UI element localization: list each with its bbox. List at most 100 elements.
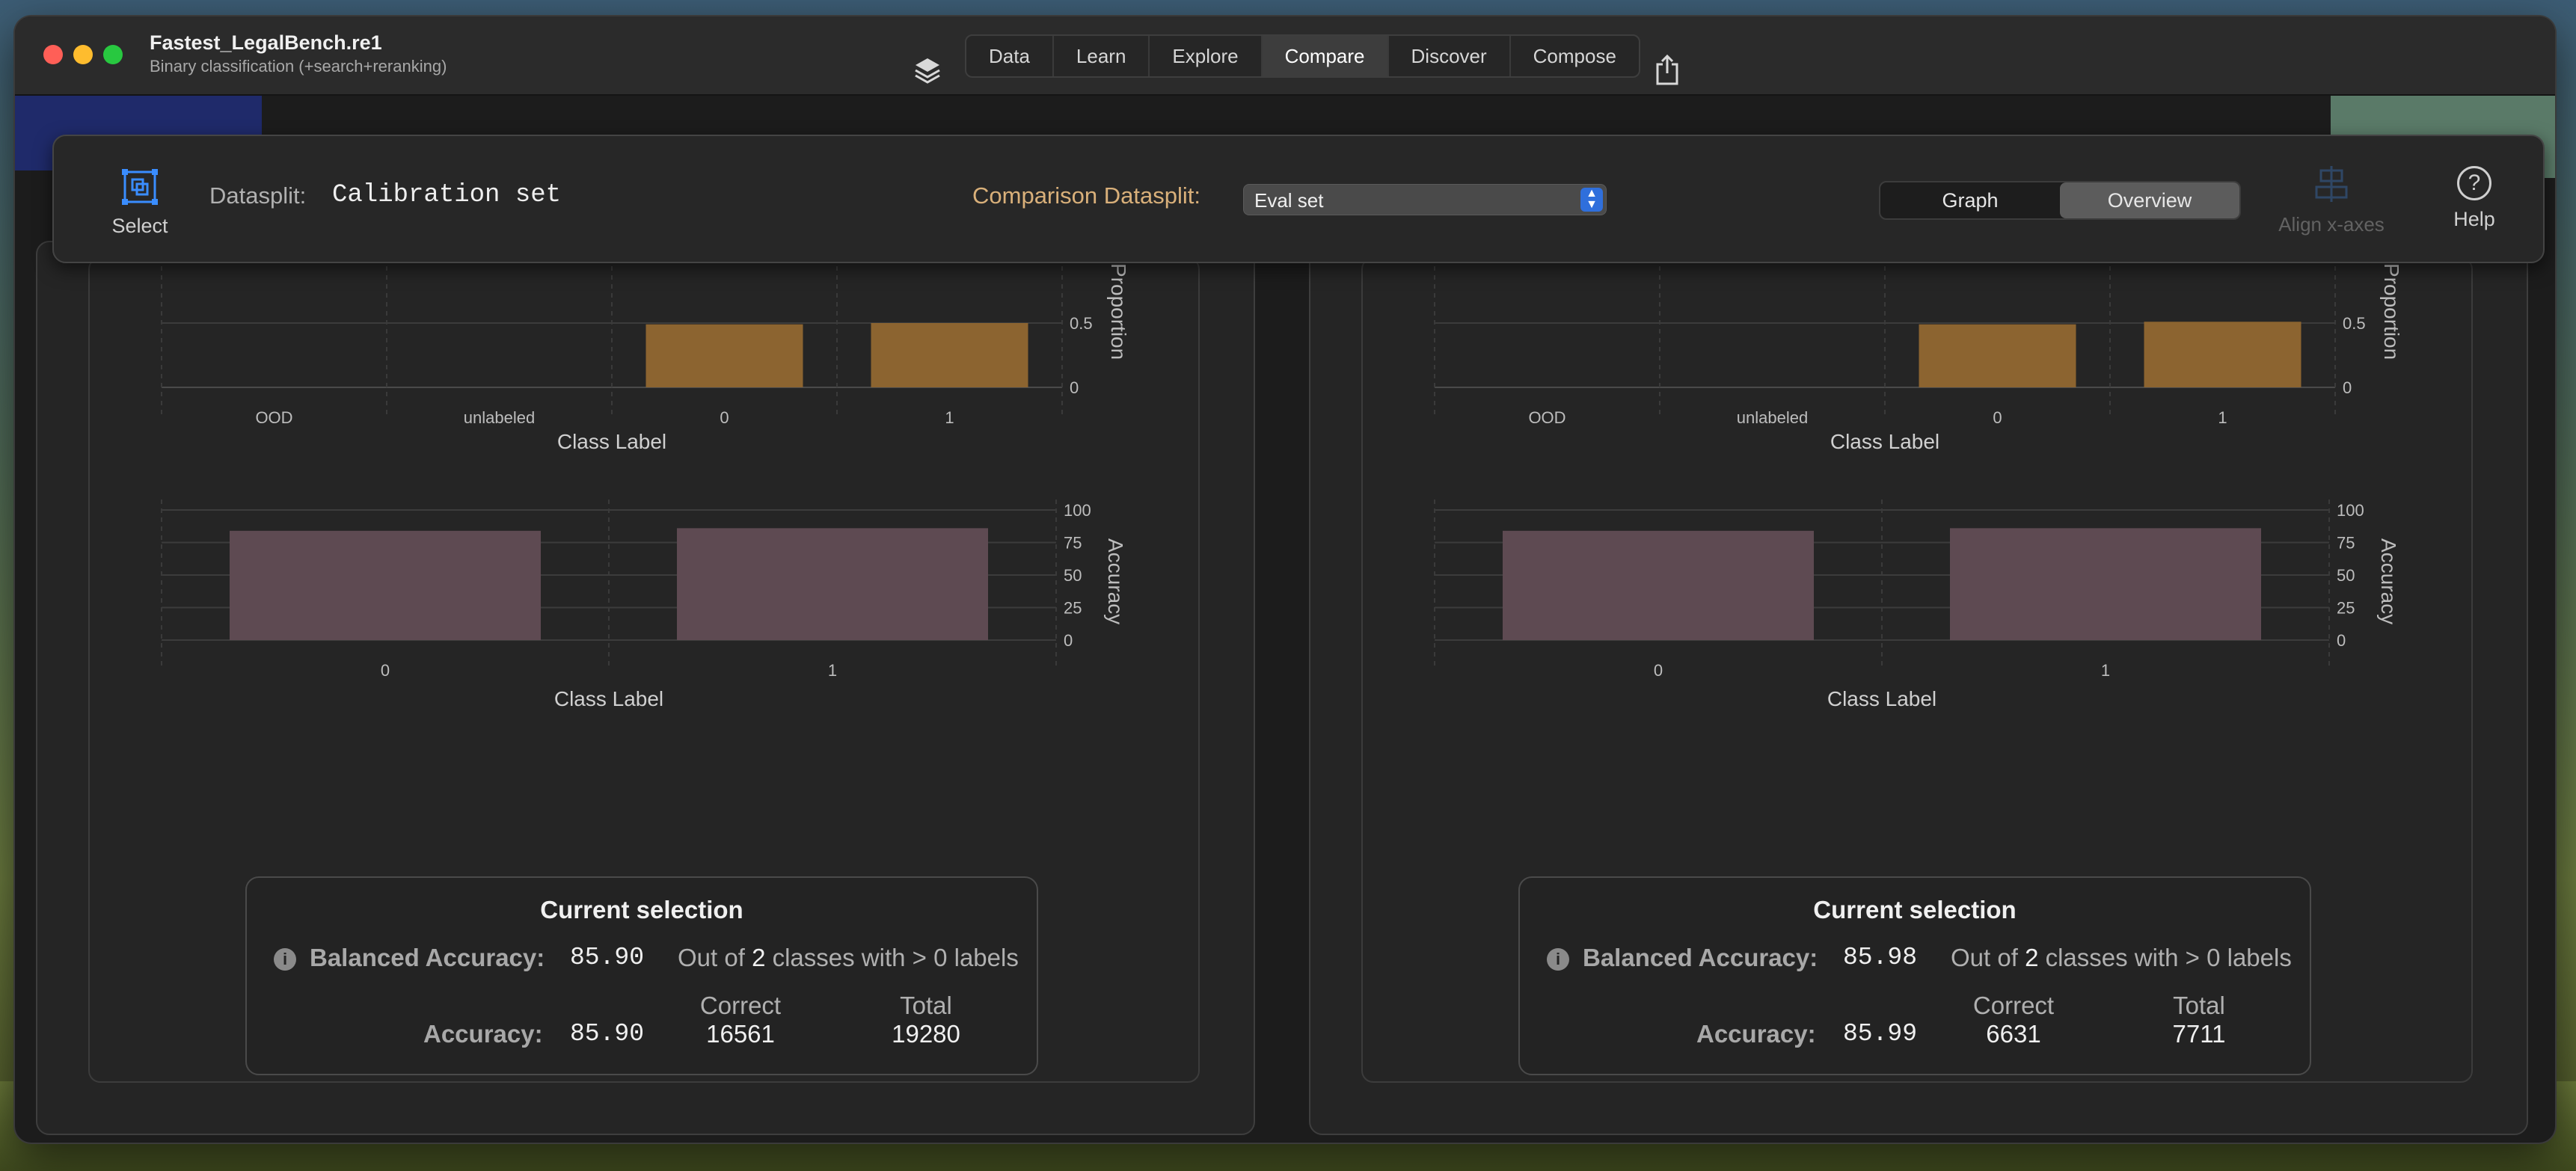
align-x-axes-button[interactable]: Align x-axes xyxy=(2268,166,2395,236)
x-tick-label: 0 xyxy=(381,661,390,680)
correct-value: 16561 xyxy=(706,1020,775,1048)
correct-label: Correct xyxy=(699,992,782,1019)
outof-pre: Out of xyxy=(1951,944,2018,971)
comparison-datasplit-value: Eval set xyxy=(1254,189,1324,212)
accuracy-bar xyxy=(677,528,988,640)
accuracy-value: 85.90 xyxy=(570,1020,645,1048)
y-tick-label: 25 xyxy=(1064,599,1082,618)
x-tick-label: unlabeled xyxy=(1737,408,1808,427)
tab-learn[interactable]: Learn xyxy=(1052,36,1149,76)
proportion-chart: OOD unlabeled 0 1 0.5 0 Proportion Class Label xyxy=(90,259,1198,483)
correct-value: 6631 xyxy=(1986,1020,2041,1048)
balanced-accuracy-label: Balanced Accuracy: xyxy=(310,944,545,971)
current-selection-title: Current selection xyxy=(540,896,743,923)
window-subtitle: Binary classification (+search+reranking… xyxy=(150,57,447,76)
align-icon xyxy=(2315,166,2348,202)
total-label: Total xyxy=(2173,992,2225,1019)
tab-data[interactable]: Data xyxy=(966,36,1052,76)
accuracy-chart: 0 1 100 75 50 25 0 Accuracy Class Label xyxy=(1363,500,2471,745)
title-bar: Fastest_LegalBench.re1 Binary classifica… xyxy=(15,16,2555,96)
accuracy-chart-svg: 0 1 100 75 50 25 0 Accuracy Class Label xyxy=(1434,500,2400,710)
main-nav-tabs: Data Learn Explore Compare Discover Comp… xyxy=(965,34,1640,78)
compare-toolbar: Select Datasplit: Calibration set Compar… xyxy=(52,135,2545,263)
proportion-chart-svg: OOD unlabeled 0 1 0.5 0 Proportion Class Label xyxy=(161,263,1130,453)
accuracy-value: 85.99 xyxy=(1843,1020,1918,1048)
y-tick-label: 0.5 xyxy=(1070,314,1093,333)
panel-calibration: OOD unlabeled 0 1 0.5 0 Proportion Class Label … xyxy=(36,241,1255,1135)
y-tick-label: 0 xyxy=(1064,631,1073,650)
outof-post: classes with > 0 labels xyxy=(2045,944,2292,971)
current-selection-title: Current selection xyxy=(1813,896,2017,923)
select-icon xyxy=(122,169,158,205)
x-tick-label: 0 xyxy=(1993,408,2002,427)
proportion-chart-svg: OOD unlabeled 0 1 0.5 0 Proportion Class Label xyxy=(1434,263,2403,453)
panel-comparison: OOD unlabeled 0 1 0.5 0 Proportion Class Label … xyxy=(1309,241,2528,1135)
proportion-bar xyxy=(1919,324,2076,387)
x-axis-label: Class Label xyxy=(554,687,663,710)
x-tick-label: 1 xyxy=(945,408,954,427)
correct-label: Correct xyxy=(1972,992,2055,1019)
outof-post: classes with > 0 labels xyxy=(772,944,1019,971)
y-tick-label: 50 xyxy=(2337,566,2355,585)
y-tick-label: 100 xyxy=(2337,501,2364,520)
select-label: Select xyxy=(111,215,168,237)
zoom-window-button[interactable] xyxy=(103,45,123,64)
share-icon[interactable] xyxy=(1655,54,1680,85)
x-axis-label: Class Label xyxy=(1827,687,1936,710)
outof-count: 2 xyxy=(752,944,766,971)
view-overview-button[interactable]: Overview xyxy=(2060,182,2239,218)
proportion-chart: OOD unlabeled 0 1 0.5 0 Proportion Class Label xyxy=(1363,259,2471,483)
classes-summary: Out of 2 classes with > 0 labels xyxy=(1951,944,2292,972)
tab-compare[interactable]: Compare xyxy=(1260,36,1387,76)
tab-discover[interactable]: Discover xyxy=(1387,36,1509,76)
panel-content: OOD unlabeled 0 1 0.5 0 Proportion Class Label … xyxy=(1361,257,2473,1083)
accuracy-bar xyxy=(1503,530,1814,640)
y-tick-label: 75 xyxy=(1064,534,1082,553)
y-tick-label: 50 xyxy=(1064,566,1082,585)
select-tool-button[interactable]: Select xyxy=(99,167,181,238)
x-tick-label: unlabeled xyxy=(464,408,535,427)
info-icon[interactable]: i xyxy=(1547,948,1569,971)
current-selection-box: Current selection i Balanced Accuracy: 8… xyxy=(245,876,1038,1075)
classes-summary: Out of 2 classes with > 0 labels xyxy=(678,944,1019,972)
align-x-axes-label: Align x-axes xyxy=(2278,213,2385,236)
window-title: Fastest_LegalBench.re1 xyxy=(150,31,382,54)
y-tick-label: 0 xyxy=(2343,378,2352,397)
y-tick-label: 0 xyxy=(1070,378,1079,397)
y-tick-label: 0.5 xyxy=(2343,314,2366,333)
x-tick-label: 1 xyxy=(2218,408,2227,427)
close-window-button[interactable] xyxy=(43,45,63,64)
accuracy-chart-svg: 0 1 100 75 50 25 0 Accuracy Class Label xyxy=(161,500,1127,710)
y-axis-label: Proportion xyxy=(2380,263,2403,360)
view-mode-segmented: Graph Overview xyxy=(1879,181,2241,220)
datasplit-label: Datasplit: xyxy=(209,182,307,209)
help-icon: ? xyxy=(2457,166,2491,200)
y-axis-label: Accuracy xyxy=(2377,538,2400,624)
accuracy-bar xyxy=(1950,528,2261,640)
x-tick-label: OOD xyxy=(1528,408,1565,427)
accuracy-bar xyxy=(230,530,541,640)
tab-compose[interactable]: Compose xyxy=(1509,36,1639,76)
view-graph-button[interactable]: Graph xyxy=(1880,182,2060,218)
accuracy-label: Accuracy: xyxy=(1696,1020,1816,1048)
balanced-accuracy-value: 85.90 xyxy=(570,944,645,971)
balanced-accuracy-label: Balanced Accuracy: xyxy=(1583,944,1818,971)
y-axis-label: Proportion xyxy=(1107,263,1130,360)
y-tick-label: 100 xyxy=(1064,501,1091,520)
minimize-window-button[interactable] xyxy=(73,45,93,64)
tab-explore[interactable]: Explore xyxy=(1148,36,1260,76)
balanced-accuracy-value: 85.98 xyxy=(1843,944,1918,971)
x-tick-label: 0 xyxy=(720,408,729,427)
proportion-bar xyxy=(645,324,803,387)
datasplit-value: Calibration set xyxy=(332,181,562,209)
x-axis-label: Class Label xyxy=(557,430,666,453)
info-icon[interactable]: i xyxy=(274,948,296,971)
x-tick-label: OOD xyxy=(255,408,292,427)
help-button[interactable]: ? Help xyxy=(2437,166,2512,231)
layers-icon[interactable] xyxy=(913,55,942,85)
panel-content: OOD unlabeled 0 1 0.5 0 Proportion Class Label … xyxy=(88,257,1200,1083)
y-tick-label: 0 xyxy=(2337,631,2346,650)
accuracy-chart: 0 1 100 75 50 25 0 Accuracy Class Label xyxy=(90,500,1198,745)
x-tick-label: 0 xyxy=(1654,661,1663,680)
comparison-datasplit-select[interactable]: Eval set ▲ ▼ xyxy=(1243,184,1607,215)
